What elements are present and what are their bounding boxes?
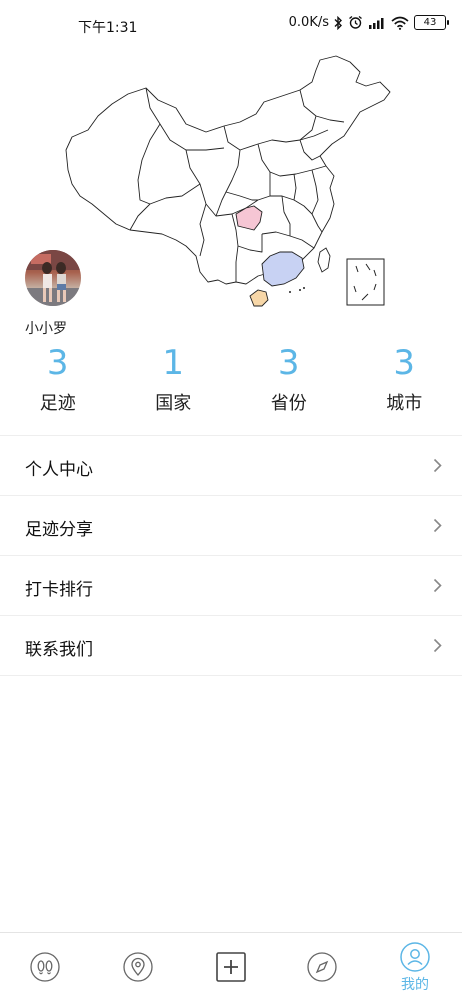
stat-label: 省份 — [231, 393, 347, 415]
bottom-tab-bar: 我的 — [0, 932, 462, 1001]
stat-label: 城市 — [347, 393, 462, 415]
menu-item-footprint-share[interactable]: 足迹分享 — [0, 496, 462, 556]
menu-item-label: 打卡排行 — [25, 575, 93, 600]
tab-mine-label: 我的 — [385, 974, 445, 994]
menu-item-contact-us[interactable]: 联系我们 — [0, 616, 462, 676]
add-icon — [215, 951, 247, 983]
tab-add[interactable] — [201, 933, 261, 1001]
wifi-icon — [391, 16, 409, 30]
stat-footprints[interactable]: 3 足迹 — [0, 338, 116, 428]
chevron-right-icon — [433, 518, 442, 533]
stat-value: 3 — [347, 343, 462, 383]
bluetooth-icon — [334, 16, 343, 30]
user-profile-icon — [399, 941, 431, 973]
menu-item-label: 个人中心 — [25, 455, 93, 480]
menu-item-label: 联系我们 — [25, 635, 93, 660]
status-time: 下午1:31 — [78, 17, 137, 37]
network-speed: 0.0K/s — [289, 15, 329, 30]
stat-value: 1 — [116, 343, 232, 383]
chevron-right-icon — [433, 638, 442, 653]
alarm-icon — [348, 15, 363, 30]
compass-icon — [306, 951, 338, 983]
stat-label: 足迹 — [0, 393, 116, 415]
status-icons: 0.0K/s 43 — [289, 15, 446, 30]
stat-label: 国家 — [116, 393, 232, 415]
menu-item-personal-center[interactable]: 个人中心 — [0, 436, 462, 496]
stat-countries[interactable]: 1 国家 — [116, 338, 232, 428]
footprint-icon — [29, 951, 61, 983]
tab-map[interactable] — [108, 933, 168, 1001]
menu-item-label: 足迹分享 — [25, 515, 93, 540]
status-bar: 下午1:31 0.0K/s 43 — [0, 0, 462, 48]
stats-row: 3 足迹 1 国家 3 省份 3 城市 — [0, 338, 462, 428]
menu-list: 个人中心 足迹分享 打卡排行 联系我们 — [0, 435, 462, 676]
location-pin-icon — [122, 951, 154, 983]
signal-icon — [368, 16, 386, 30]
avatar[interactable] — [25, 250, 81, 306]
stat-value: 3 — [0, 343, 116, 383]
username: 小小罗 — [25, 318, 67, 338]
stat-cities[interactable]: 3 城市 — [347, 338, 462, 428]
chevron-right-icon — [433, 458, 442, 473]
tab-mine[interactable]: 我的 — [385, 933, 445, 1001]
stat-provinces[interactable]: 3 省份 — [231, 338, 347, 428]
menu-item-checkin-ranking[interactable]: 打卡排行 — [0, 556, 462, 616]
tab-footprints[interactable] — [15, 933, 75, 1001]
chevron-right-icon — [433, 578, 442, 593]
tab-discover[interactable] — [292, 933, 352, 1001]
battery-icon: 43 — [414, 15, 446, 30]
stat-value: 3 — [231, 343, 347, 383]
